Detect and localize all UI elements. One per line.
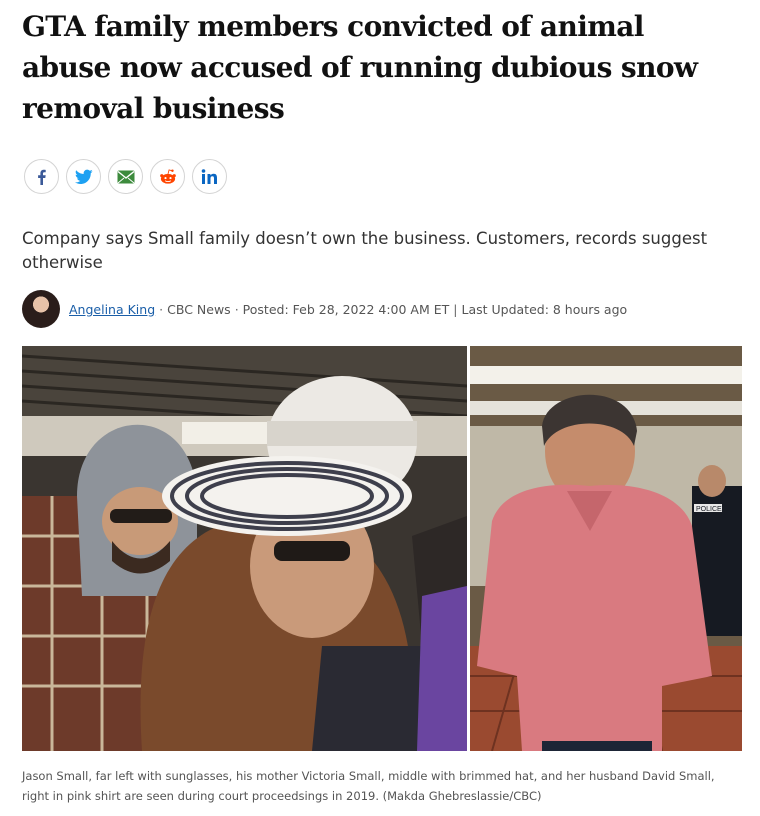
photo-caption: Jason Small, far left with sunglasses, h… <box>22 769 715 803</box>
author-avatar[interactable] <box>22 290 60 328</box>
article-deck: Company says Small family doesn’t own th… <box>22 229 708 272</box>
share-email-button[interactable] <box>108 159 143 194</box>
linkedin-icon <box>201 168 217 184</box>
byline-separator: · <box>159 301 164 317</box>
photo-illustration: POLICE <box>22 346 742 751</box>
reddit-icon <box>159 168 176 184</box>
byline-separator: · <box>234 301 239 317</box>
share-bar <box>24 159 227 194</box>
twitter-icon <box>74 169 93 184</box>
byline-updated: Last Updated: 8 hours ago <box>461 301 628 317</box>
police-badge-text: POLICE <box>696 506 722 513</box>
byline-posted: Posted: Feb 28, 2022 4:00 AM ET <box>242 301 450 317</box>
share-facebook-button[interactable] <box>24 159 59 194</box>
share-reddit-button[interactable] <box>150 159 185 194</box>
share-linkedin-button[interactable] <box>192 159 227 194</box>
author-link[interactable]: Angelina King <box>69 302 155 317</box>
article-headline: GTA family members convicted of animal a… <box>22 10 698 125</box>
byline: Angelina King · CBC News · Posted: Feb 2… <box>22 290 627 328</box>
share-twitter-button[interactable] <box>66 159 101 194</box>
email-icon <box>117 170 134 183</box>
byline-outlet: CBC News <box>167 301 231 317</box>
byline-separator: | <box>453 301 458 317</box>
article-photo: POLICE <box>22 346 742 751</box>
facebook-icon <box>37 169 46 185</box>
